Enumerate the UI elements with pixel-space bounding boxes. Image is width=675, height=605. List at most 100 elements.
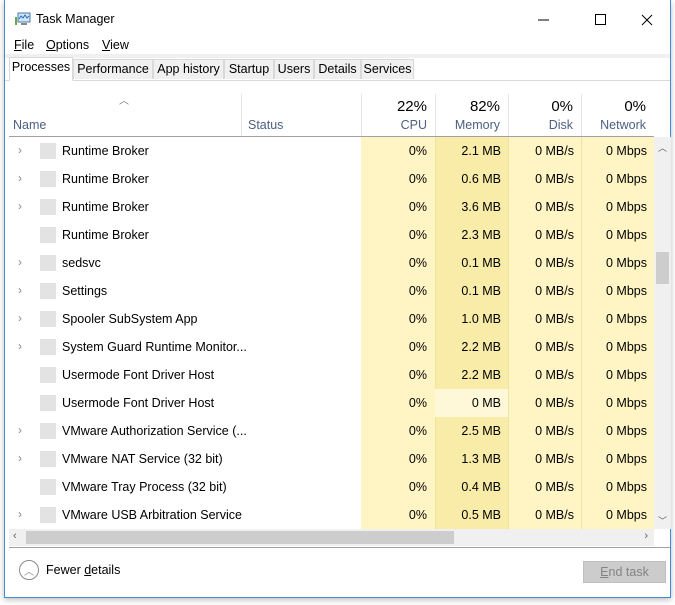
header-network[interactable]: 0% Network [581,94,654,136]
network-cell: 0 Mbps [606,284,647,298]
header-name[interactable]: ︿ Name [9,94,241,136]
process-icon [40,423,56,439]
header-disk[interactable]: 0% Disk [508,94,581,136]
expand-chevron-icon[interactable]: › [18,507,22,521]
horizontal-scrollbar[interactable]: ‹ › [9,529,654,546]
process-row[interactable]: › Spooler SubSystem App 0% 1.0 MB 0 MB/s 0 Mb… [9,305,654,333]
cpu-cell: 0% [408,480,427,494]
expand-chevron-icon[interactable]: › [18,283,22,297]
scroll-right-icon[interactable]: › [644,530,648,542]
menu-file-accel: F [14,38,22,52]
table-header: ︿ Name Status 22% CPU 82% Memory 0% Disk… [9,81,654,137]
network-cell: 0 Mbps [606,200,647,214]
maximize-icon [595,14,606,25]
memory-cell: 0.1 MB [461,256,501,270]
process-row[interactable]: Usermode Font Driver Host 0% 2.2 MB 0 MB/s 0… [9,361,654,389]
cpu-cell: 0% [408,172,427,186]
expand-chevron-icon[interactable]: › [18,255,22,269]
expand-chevron-icon[interactable]: › [18,451,22,465]
header-name-label: Name [13,118,47,132]
fewer-details-button[interactable]: ︿ Fewer details [19,560,120,580]
expand-chevron-icon[interactable]: › [18,143,22,157]
menu-file-label: ile [21,38,35,52]
memory-cell: 2.1 MB [461,144,501,158]
memory-cell: 0 MB [471,396,501,410]
cpu-cell: 0% [408,340,427,354]
process-row[interactable]: › Runtime Broker 0% 3.6 MB 0 MB/s 0 Mbps [9,193,654,221]
maximize-button[interactable] [578,6,624,34]
header-disk-label: Disk [548,118,573,132]
disk-cell: 0 MB/s [535,508,574,522]
minimize-icon [538,19,549,21]
menu-view-accel: V [102,38,111,52]
header-memory[interactable]: 82% Memory [435,94,508,136]
process-row[interactable]: › Settings 0% 0.1 MB 0 MB/s 0 Mbps [9,277,654,305]
header-network-label: Network [600,118,646,132]
close-button[interactable] [624,6,670,34]
menu-view[interactable]: View [102,38,129,52]
network-cell: 0 Mbps [606,396,647,410]
process-icon [40,507,56,523]
process-row[interactable]: Usermode Font Driver Host 0% 0 MB 0 MB/s 0 M… [9,389,654,417]
process-name: Settings [62,284,108,298]
process-row[interactable]: › VMware NAT Service (32 bit) 0% 1.3 MB 0 MB… [9,445,654,473]
expand-chevron-icon[interactable]: › [18,339,22,353]
process-row[interactable]: › Runtime Broker 0% 2.1 MB 0 MB/s 0 Mbps [9,137,654,165]
process-icon [40,255,56,271]
scroll-up-icon[interactable]: ︿ [658,141,667,154]
tab-processes[interactable]: Processes [9,57,73,81]
process-name: VMware USB Arbitration Service [62,508,242,522]
menu-file[interactable]: File [14,38,34,52]
process-row[interactable]: › sedsvc 0% 0.1 MB 0 MB/s 0 Mbps [9,249,654,277]
process-row[interactable]: VMware Tray Process (32 bit) 0% 0.4 MB 0 MB… [9,473,654,501]
cpu-cell: 0% [408,144,427,158]
memory-cell: 1.0 MB [461,312,501,326]
disk-cell: 0 MB/s [535,256,574,270]
process-name: Runtime Broker [62,228,149,242]
process-row[interactable]: › Runtime Broker 0% 0.6 MB 0 MB/s 0 Mbps [9,165,654,193]
process-row[interactable]: › System Guard Runtime Monitor... 0% 2.2 MB… [9,333,654,361]
tab-details[interactable]: Details [314,59,361,79]
task-manager-window: Task Manager File Options View Processes… [4,0,671,598]
tab-app-history[interactable]: App history [153,59,224,79]
network-total-percent: 0% [624,98,646,115]
disk-cell: 0 MB/s [535,284,574,298]
process-row[interactable]: › VMware Authorization Service (... 0% 2.5 … [9,417,654,445]
vertical-scroll-thumb[interactable] [656,251,669,284]
menu-options[interactable]: Options [46,38,89,52]
cpu-cell: 0% [408,228,427,242]
expand-chevron-icon[interactable]: › [18,311,22,325]
header-status[interactable]: Status [241,94,361,136]
disk-cell: 0 MB/s [535,480,574,494]
process-row[interactable]: › VMware USB Arbitration Service 0% 0.5 MB 0… [9,501,654,529]
tab-startup[interactable]: Startup [224,59,274,79]
network-cell: 0 Mbps [606,228,647,242]
expand-chevron-icon[interactable]: › [18,199,22,213]
process-icon [40,143,56,159]
expand-chevron-icon[interactable]: › [18,423,22,437]
network-cell: 0 Mbps [606,144,647,158]
network-cell: 0 Mbps [606,256,647,270]
tab-performance[interactable]: Performance [73,59,153,79]
scroll-left-icon[interactable]: ‹ [13,530,17,542]
disk-total-percent: 0% [551,98,573,115]
process-icon [40,227,56,243]
expand-chevron-icon[interactable]: › [18,171,22,185]
process-name: System Guard Runtime Monitor... [62,340,247,354]
end-task-button[interactable]: End task [583,561,666,583]
minimize-button[interactable] [521,6,567,34]
cpu-cell: 0% [408,284,427,298]
tab-users[interactable]: Users [274,59,314,79]
vertical-scrollbar[interactable]: ︿ ﹀ [654,137,671,529]
task-manager-app-icon [15,12,31,25]
scroll-down-icon[interactable]: ﹀ [658,514,667,527]
tab-services[interactable]: Services [361,59,414,79]
process-name: VMware Tray Process (32 bit) [62,480,227,494]
chevron-up-circle-icon: ︿ [19,560,39,580]
network-cell: 0 Mbps [606,480,647,494]
header-cpu[interactable]: 22% CPU [361,94,435,136]
horizontal-scroll-thumb[interactable] [26,531,454,544]
process-name: Runtime Broker [62,200,149,214]
menu-options-accel: O [46,38,56,52]
process-row[interactable]: Runtime Broker 0% 2.3 MB 0 MB/s 0 Mbps [9,221,654,249]
